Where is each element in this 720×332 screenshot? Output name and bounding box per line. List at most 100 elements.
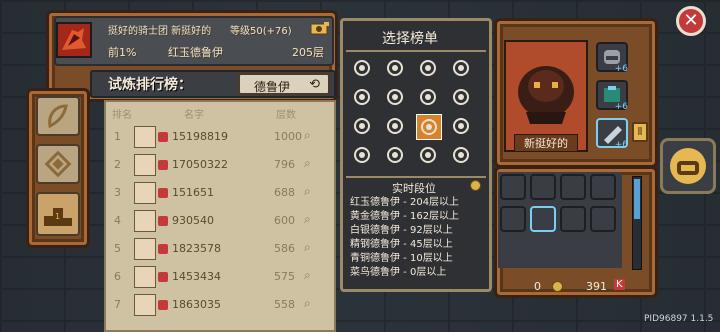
table-row[interactable]: 7 1863035 558 ⌕	[106, 292, 334, 318]
inventory-slot[interactable]	[590, 206, 616, 232]
refresh-icon: ⟲	[309, 77, 320, 92]
player-avatar	[56, 22, 92, 58]
search-icon[interactable]: ⌕	[304, 128, 311, 143]
expand-tab[interactable]: Ⅱ	[632, 122, 648, 142]
search-icon[interactable]: ⌕	[304, 184, 311, 199]
row-name: 1453434	[172, 270, 221, 283]
chevron-shield-icon[interactable]	[416, 114, 442, 140]
scroll-thumb[interactable]	[634, 179, 640, 219]
table-row[interactable]: 4 930540 600 ⌕	[106, 208, 334, 234]
tier-item: 菜鸟德鲁伊 - 0层以上	[350, 267, 447, 278]
helmet-menu-button[interactable]	[660, 138, 716, 194]
search-icon[interactable]: ⌕	[304, 268, 311, 283]
row-name: 151651	[172, 186, 214, 199]
row-floors: 688	[274, 186, 295, 199]
row-rank: 2	[114, 158, 121, 171]
nav-podium-button[interactable]: 1	[36, 192, 80, 236]
pillar-icon[interactable]	[350, 85, 374, 109]
close-button[interactable]: ✕	[676, 6, 706, 36]
badge-icon[interactable]	[350, 56, 374, 80]
hexagon-icon[interactable]	[350, 114, 374, 138]
wing-badge-icon[interactable]	[350, 143, 374, 167]
row-name: 930540	[172, 214, 214, 227]
search-icon[interactable]: ⌕	[304, 240, 311, 255]
row-rank: 3	[114, 186, 121, 199]
star-diamond-icon[interactable]	[383, 114, 407, 138]
row-rank: 4	[114, 214, 121, 227]
board-icon-grid	[350, 56, 482, 174]
row-rank: 1	[114, 130, 121, 143]
table-row[interactable]: 6 1453434 575 ⌕	[106, 264, 334, 290]
slot-badge: +6	[614, 64, 628, 74]
rank-floors: 205层	[292, 46, 324, 59]
avatar	[134, 182, 156, 204]
laurel-icon	[48, 104, 68, 129]
coin-icon	[552, 281, 563, 292]
board-selector[interactable]: 德鲁伊 ⟲	[238, 73, 330, 95]
table-row[interactable]: 1 15198819 1000 ⌕	[106, 124, 334, 150]
player-level: 等级50(+76)	[230, 26, 292, 37]
row-floors: 586	[274, 242, 295, 255]
inventory-slot[interactable]	[500, 206, 526, 232]
equip-slot-armor[interactable]: +6	[596, 80, 628, 112]
equip-slot-helmet[interactable]: +6	[596, 42, 628, 74]
tier-item: 红玉德鲁伊 - 204层以上	[350, 197, 460, 208]
version-label: PID96897 1.1.5	[644, 314, 714, 324]
row-floors: 575	[274, 270, 295, 283]
inventory-count: 0	[534, 280, 541, 293]
popup-divider	[346, 50, 486, 52]
gear-icon[interactable]	[449, 143, 473, 167]
inventory-slot[interactable]	[530, 206, 556, 232]
diamond-icon	[44, 150, 72, 178]
fire-icon[interactable]	[449, 114, 473, 138]
nav-laurel-button[interactable]	[36, 96, 80, 136]
rank-percentile: 前1%	[108, 46, 137, 59]
board-title: 试炼排行榜：	[108, 77, 192, 93]
row-floors: 600	[274, 214, 295, 227]
inventory-slot[interactable]	[500, 174, 526, 200]
sun-icon[interactable]	[416, 143, 440, 167]
table-header-row: 排名 名字 层数	[106, 104, 334, 122]
tier-item: 白银德鲁伊 - 92层以上	[350, 225, 453, 236]
vortex-icon[interactable]	[383, 143, 407, 167]
pet-icon	[158, 160, 168, 170]
avatar	[134, 294, 156, 316]
tier-list: 红玉德鲁伊 - 204层以上 黄金德鲁伊 - 162层以上 白银德鲁伊 - 92层以…	[350, 196, 490, 280]
table-row[interactable]: 5 1823578 586 ⌕	[106, 236, 334, 262]
row-rank: 5	[114, 242, 121, 255]
inventory-slot[interactable]	[590, 174, 616, 200]
camera-icon[interactable]	[310, 20, 330, 35]
table-row[interactable]: 3 151651 688 ⌕	[106, 180, 334, 206]
table-row[interactable]: 2 17050322 796 ⌕	[106, 152, 334, 178]
pet-icon	[158, 244, 168, 254]
close-icon: ✕	[683, 10, 699, 31]
inventory-scrollbar[interactable]	[632, 176, 642, 270]
inventory-slot[interactable]	[560, 174, 586, 200]
avatar	[134, 154, 156, 176]
realtime-title: 实时段位	[392, 182, 436, 195]
pet-icon	[158, 272, 168, 282]
row-floors: 1000	[274, 130, 302, 143]
gate-icon[interactable]	[449, 56, 473, 80]
tier-item: 精钢德鲁伊 - 45层以上	[350, 239, 453, 250]
header-rank: 排名	[112, 110, 132, 121]
shuriken-icon[interactable]	[383, 56, 407, 80]
inventory-slot[interactable]	[560, 206, 586, 232]
search-icon[interactable]: ⌕	[304, 212, 311, 227]
nav-diamond-button[interactable]	[36, 144, 80, 184]
crossed-blades-icon[interactable]	[416, 85, 440, 109]
search-icon[interactable]: ⌕	[304, 156, 311, 171]
equip-slot-weapon[interactable]: +6	[596, 118, 628, 150]
player-title: 挺好的骑士团 新挺好的	[108, 26, 212, 37]
search-icon[interactable]: ⌕	[304, 296, 311, 311]
horned-mask-icon[interactable]	[416, 56, 440, 80]
coin-amount: 391	[586, 280, 607, 293]
avatar	[134, 238, 156, 260]
inventory-slot[interactable]	[530, 174, 556, 200]
popup-title: 选择榜单	[382, 31, 438, 47]
flame-wings-icon[interactable]	[449, 85, 473, 109]
swirl-icon[interactable]	[383, 85, 407, 109]
row-name: 1863035	[172, 298, 221, 311]
coin-icon	[470, 180, 481, 191]
avatar	[134, 126, 156, 148]
